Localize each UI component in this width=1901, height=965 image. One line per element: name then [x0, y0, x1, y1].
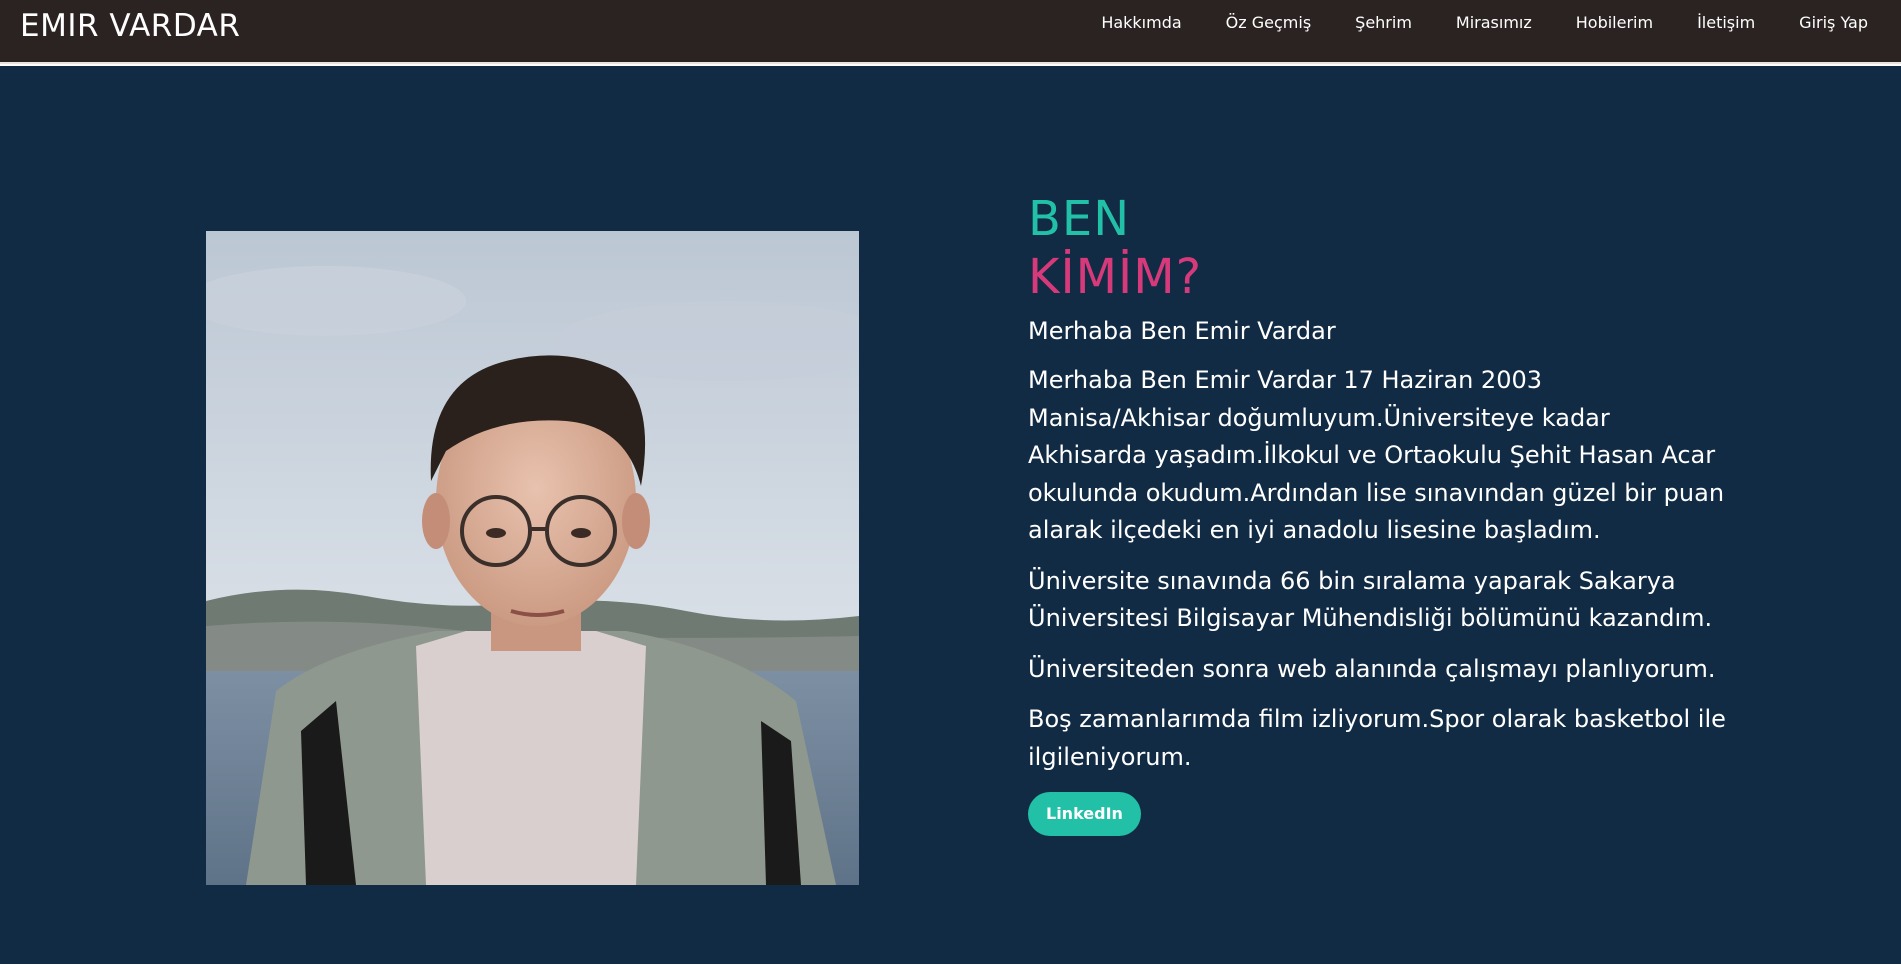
linkedin-button[interactable]: LinkedIn [1028, 792, 1141, 836]
nav-link-login[interactable]: Giriş Yap [1799, 13, 1868, 32]
nav-link-contact[interactable]: İletişim [1697, 13, 1755, 32]
bio-paragraph-4: Boş zamanlarımda film izliyorum.Spor ola… [1028, 705, 1726, 771]
top-navbar: EMIR VARDAR Hakkımda Öz Geçmiş Şehrim Mi… [0, 0, 1901, 64]
about-heading: BEN KİMİM? [1028, 190, 1728, 306]
heading-line-1: BEN [1028, 191, 1131, 247]
nav-link-about[interactable]: Hakkımda [1101, 13, 1181, 32]
bio-paragraph-3: Üniversiteden sonra web alanında çalışma… [1028, 654, 1716, 683]
heading-line-2: KİMİM? [1028, 249, 1203, 305]
nav-link-resume[interactable]: Öz Geçmiş [1226, 13, 1311, 32]
nav-link-my-city[interactable]: Şehrim [1355, 13, 1412, 32]
bio-paragraph-1: Merhaba Ben Emir Vardar 17 Haziran 2003 … [1028, 366, 1725, 544]
profile-photo [206, 231, 859, 885]
nav-links: Hakkımda Öz Geçmiş Şehrim Mirasımız Hobi… [1057, 13, 1868, 32]
greeting-text: Merhaba Ben Emir Vardar [1028, 317, 1336, 345]
site-brand[interactable]: EMIR VARDAR [20, 8, 240, 44]
nav-link-hobbies[interactable]: Hobilerim [1576, 13, 1653, 32]
nav-link-heritage[interactable]: Mirasımız [1456, 13, 1532, 32]
bio-paragraph-2: Üniversite sınavında 66 bin sıralama yap… [1028, 566, 1713, 633]
about-content: BEN KİMİM? Merhaba Ben Emir Vardar Merha… [1028, 190, 1728, 836]
about-section: BEN KİMİM? Merhaba Ben Emir Vardar Merha… [0, 66, 1901, 965]
